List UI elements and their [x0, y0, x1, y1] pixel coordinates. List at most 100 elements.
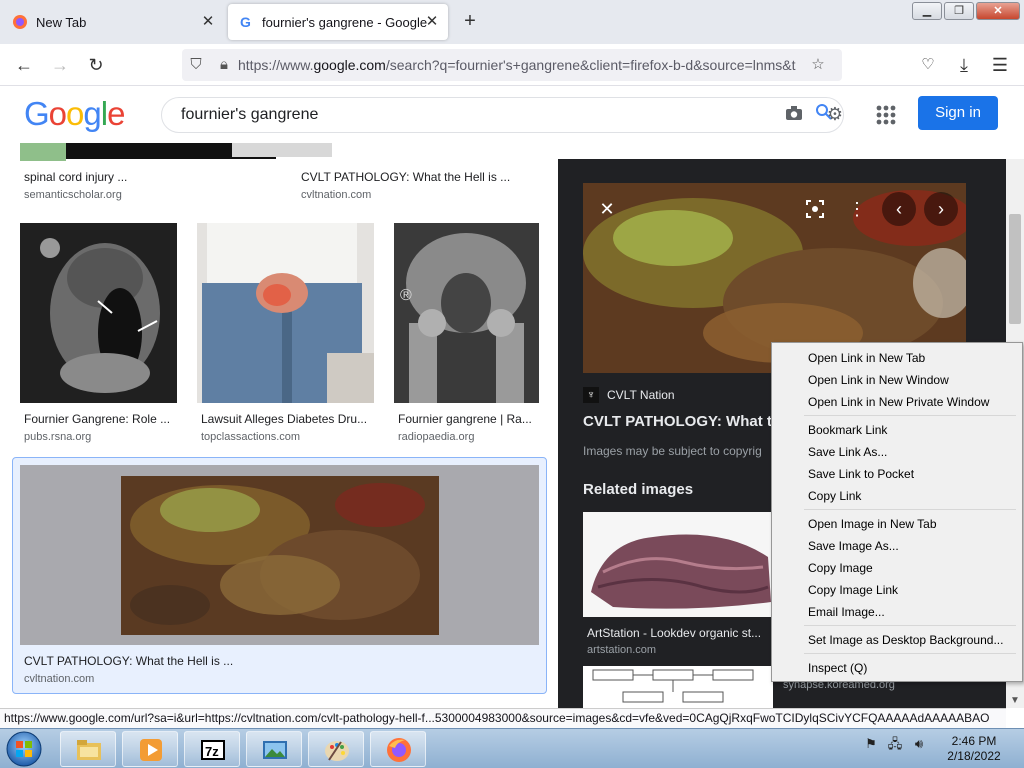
status-bar-link-url: https://www.google.com/url?sa=i&url=http…: [0, 708, 1006, 728]
system-clock[interactable]: 2:46 PM 2/18/2022: [944, 734, 1004, 764]
thumbnail-strip[interactable]: [20, 143, 66, 161]
clock-date: 2/18/2022: [947, 749, 1001, 763]
context-menu-item[interactable]: Copy Image: [774, 557, 1020, 579]
context-menu-item[interactable]: Email Image...: [774, 601, 1020, 623]
search-box[interactable]: fournier's gangrene: [161, 97, 844, 133]
photo-viewer-icon: [263, 741, 287, 759]
context-menu-item[interactable]: Bookmark Link: [774, 419, 1020, 441]
windows-start-icon[interactable]: [4, 730, 44, 768]
context-menu-item[interactable]: Inspect (Q): [774, 657, 1020, 679]
context-menu-item[interactable]: Copy Image Link: [774, 579, 1020, 601]
tracking-shield-icon[interactable]: ⛉: [182, 51, 210, 79]
context-menu-item[interactable]: Set Image as Desktop Background...: [774, 629, 1020, 651]
taskbar-firefox[interactable]: [370, 731, 426, 767]
close-tab-icon[interactable]: ✕: [200, 14, 216, 30]
search-query[interactable]: fournier's gangrene: [181, 106, 779, 124]
result-image-lawsuit[interactable]: [197, 223, 374, 403]
preview-title[interactable]: CVLT PATHOLOGY: What the: [583, 413, 789, 430]
context-menu-item[interactable]: Copy Link: [774, 485, 1020, 507]
google-header: Google fournier's gangrene ⚙ Sign in: [0, 87, 1024, 143]
result-image-xray[interactable]: ®: [394, 223, 539, 403]
volume-icon[interactable]: 🔊︎: [910, 735, 928, 753]
related-image[interactable]: [583, 512, 773, 617]
result-title[interactable]: CVLT PATHOLOGY: What the Hell is ...: [24, 654, 524, 668]
google-logo[interactable]: Google: [24, 95, 125, 133]
taskbar-image-viewer[interactable]: [246, 731, 302, 767]
network-icon[interactable]: 🖧︎: [886, 735, 904, 753]
result-title[interactable]: Lawsuit Alleges Diabetes Dru...: [201, 412, 376, 426]
folder-icon: [77, 740, 101, 760]
taskbar-media-player[interactable]: [122, 731, 178, 767]
result-title[interactable]: Fournier gangrene | Ra...: [398, 412, 543, 426]
taskbar-paint[interactable]: [308, 731, 364, 767]
tab-title: fournier's gangrene - Google Se: [262, 14, 427, 30]
close-preview-icon[interactable]: ✕: [590, 192, 624, 226]
context-menu-item[interactable]: Save Link As...: [774, 441, 1020, 463]
result-item[interactable]: CVLT PATHOLOGY: What the Hell is ... cvl…: [301, 170, 551, 201]
window-controls: ▁ ❐ ✕: [912, 2, 1020, 20]
scrollbar-thumb[interactable]: [1009, 214, 1021, 324]
context-menu-item[interactable]: Open Link in New Tab: [774, 347, 1020, 369]
tab-new-tab[interactable]: New Tab ✕: [2, 4, 224, 40]
apps-grid-icon[interactable]: [872, 101, 900, 129]
taskbar-7zip[interactable]: 7z: [184, 731, 240, 767]
action-center-flag-icon[interactable]: ⚑: [862, 735, 880, 753]
tab-google-search[interactable]: G fournier's gangrene - Google Se ✕: [228, 4, 448, 40]
taskbar-file-explorer[interactable]: [60, 731, 116, 767]
url-text[interactable]: https://www.google.com/search?q=fournier…: [238, 57, 804, 73]
context-menu-item[interactable]: Save Image As...: [774, 535, 1020, 557]
previous-arrow-icon[interactable]: ‹: [882, 192, 916, 226]
lock-icon[interactable]: 🔒︎: [210, 51, 238, 79]
bookmark-star-icon[interactable]: ☆: [804, 51, 832, 79]
menu-hamburger-icon[interactable]: ☰: [988, 53, 1012, 77]
reload-icon[interactable]: ↻: [84, 53, 108, 77]
back-arrow-icon[interactable]: ←: [12, 53, 36, 77]
maximize-button[interactable]: ❐: [944, 2, 974, 20]
context-menu-item[interactable]: Open Link in New Window: [774, 369, 1020, 391]
lens-search-icon[interactable]: [798, 192, 832, 226]
context-menu-item[interactable]: Save Link to Pocket: [774, 463, 1020, 485]
menu-separator: [804, 415, 1016, 416]
media-player-icon: [140, 739, 162, 761]
tab-bar: New Tab ✕ G fournier's gangrene - Google…: [0, 0, 1024, 44]
selected-result-image[interactable]: [20, 465, 539, 645]
svg-text:G: G: [240, 14, 251, 30]
scroll-down-arrow-icon[interactable]: ▼: [1010, 695, 1020, 706]
result-item[interactable]: Fournier gangrene | Ra... radiopaedia.or…: [398, 412, 543, 443]
preview-site[interactable]: ♆ CVLT Nation: [583, 387, 675, 403]
google-g-icon: G: [240, 14, 251, 30]
result-title[interactable]: spinal cord injury ...: [24, 170, 264, 184]
camera-icon[interactable]: [779, 100, 809, 130]
sign-in-button[interactable]: Sign in: [918, 96, 998, 130]
result-source: cvltnation.com: [24, 673, 95, 685]
new-tab-button[interactable]: +: [458, 10, 482, 34]
more-options-icon[interactable]: ⋮: [840, 192, 874, 226]
related-image-title[interactable]: ArtStation - Lookdev organic st...: [587, 626, 761, 640]
result-item[interactable]: Fournier Gangrene: Role ... pubs.rsna.or…: [24, 412, 184, 443]
image-results-grid: spinal cord injury ... semanticscholar.o…: [0, 143, 558, 708]
thumbnail-strip[interactable]: [232, 143, 332, 157]
url-bar[interactable]: ⛉ 🔒︎ https://www.google.com/search?q=fou…: [182, 49, 842, 81]
context-menu-item[interactable]: Open Image in New Tab: [774, 513, 1020, 535]
navigation-bar: ← → ↻ ⛉ 🔒︎ https://www.google.com/search…: [0, 44, 1024, 86]
close-tab-icon[interactable]: ✕: [424, 14, 440, 30]
firefox-icon: [13, 15, 27, 29]
result-source: pubs.rsna.org: [24, 431, 92, 443]
minimize-button[interactable]: ▁: [912, 2, 942, 20]
result-title[interactable]: Fournier Gangrene: Role ...: [24, 412, 184, 426]
result-source: cvltnation.com: [301, 189, 372, 201]
downloads-icon[interactable]: ⤓: [952, 53, 976, 77]
result-title[interactable]: CVLT PATHOLOGY: What the Hell is ...: [301, 170, 551, 184]
next-arrow-icon[interactable]: ›: [924, 192, 958, 226]
selected-result-card[interactable]: CVLT PATHOLOGY: What the Hell is ... cvl…: [12, 457, 547, 694]
forward-arrow-icon[interactable]: →: [48, 53, 72, 77]
result-item[interactable]: Lawsuit Alleges Diabetes Dru... topclass…: [201, 412, 376, 443]
result-image-ct-scan[interactable]: [20, 223, 177, 403]
pocket-icon[interactable]: ♡: [916, 53, 940, 77]
result-item[interactable]: spinal cord injury ... semanticscholar.o…: [24, 170, 264, 201]
close-window-button[interactable]: ✕: [976, 2, 1020, 20]
related-image-diagram[interactable]: [583, 666, 773, 708]
context-menu-item[interactable]: Open Link in New Private Window: [774, 391, 1020, 413]
result-item[interactable]: CVLT PATHOLOGY: What the Hell is ... cvl…: [24, 654, 524, 685]
settings-gear-icon[interactable]: ⚙: [820, 99, 850, 129]
